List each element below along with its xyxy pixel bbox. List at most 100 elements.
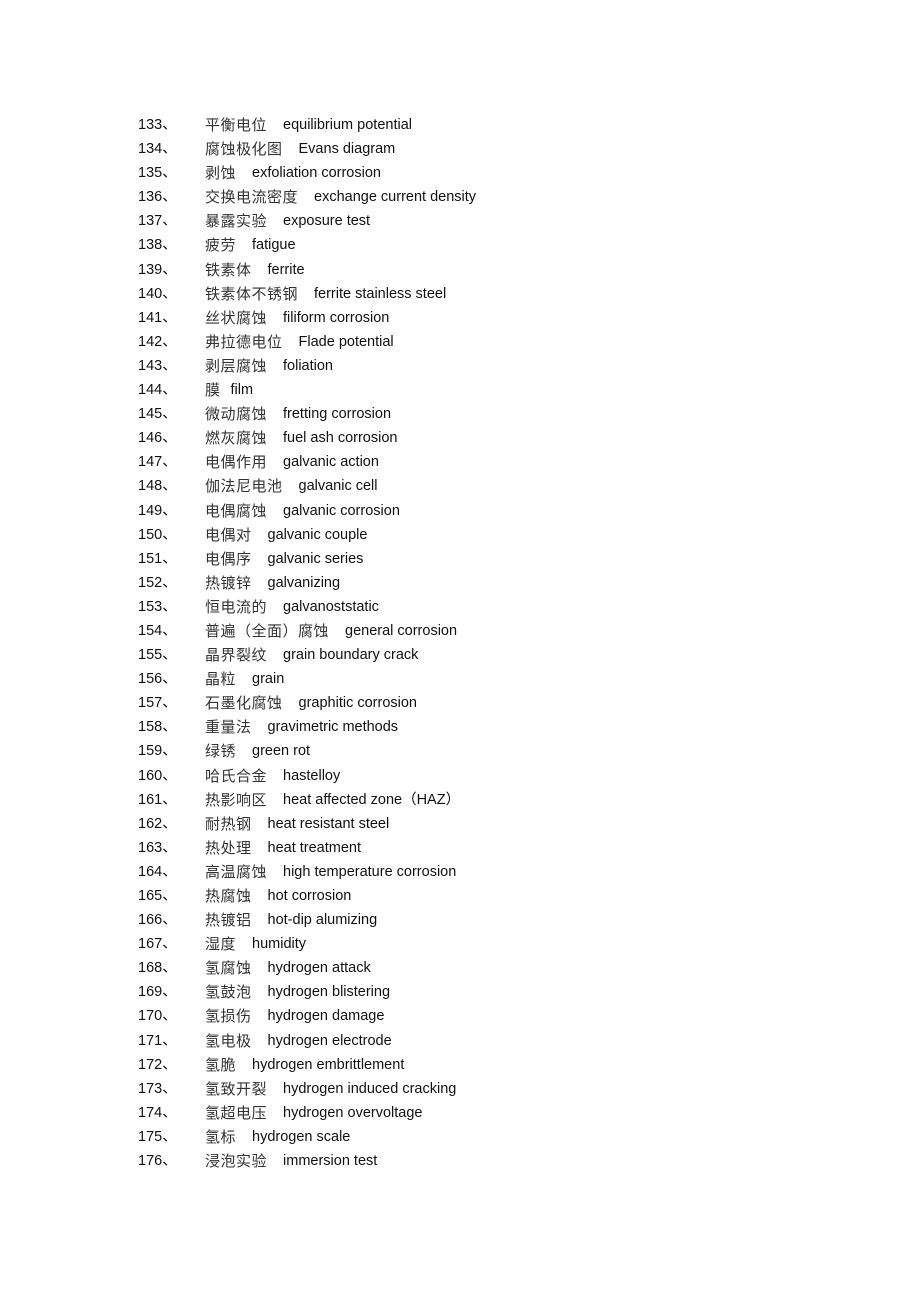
entry-chinese-term: 氢鼓泡 xyxy=(205,983,252,1002)
glossary-entry: 176、 浸泡实验 immersion test xyxy=(138,1149,476,1173)
entry-english-term: grain xyxy=(252,671,285,688)
document-page: 133、 平衡电位 equilibrium potential 134、 腐蚀极化图 Ev… xyxy=(0,0,920,1302)
glossary-entry: 172、 氢脆 hydrogen embrittlement xyxy=(138,1053,476,1077)
entry-english-term: green rot xyxy=(252,743,311,760)
entry-english-term: fuel ash corrosion xyxy=(283,430,398,447)
entry-english-term: galvanoststatic xyxy=(283,598,379,615)
entry-chinese-term: 膜 xyxy=(205,381,221,400)
entry-english-term: heat treatment xyxy=(267,839,362,856)
entry-english-term: fretting corrosion xyxy=(283,406,392,423)
entry-number: 153、 xyxy=(138,598,177,615)
entry-english-term: fatigue xyxy=(252,237,296,254)
entry-chinese-term: 哈氏合金 xyxy=(205,766,268,785)
entry-chinese-term: 晶界裂纹 xyxy=(205,646,268,665)
entry-chinese-term: 电偶对 xyxy=(205,525,252,544)
glossary-entry: 142、 弗拉德电位 Flade potential xyxy=(138,330,476,354)
entry-number: 165、 xyxy=(138,888,177,904)
entry-chinese-term: 铁素体 xyxy=(205,260,252,279)
glossary-entry: 155、 晶界裂纹 grain boundary crack xyxy=(138,643,476,667)
entry-number: 144、 xyxy=(138,382,177,399)
glossary-entry: 138、 疲劳 fatigue xyxy=(138,233,476,257)
glossary-entry: 170、 氢损伤 hydrogen damage xyxy=(138,1004,476,1028)
entry-number: 147、 xyxy=(138,454,177,471)
glossary-entry: 158、 重量法 gravimetric methods xyxy=(138,715,476,739)
entry-chinese-term: 弗拉德电位 xyxy=(205,332,283,351)
entry-number: 174、 xyxy=(138,1104,177,1121)
entry-english-term: exfoliation corrosion xyxy=(252,165,381,182)
entry-english-term: hydrogen scale xyxy=(252,1128,351,1145)
entry-chinese-term: 平衡电位 xyxy=(205,116,268,134)
entry-number: 176、 xyxy=(138,1153,177,1170)
entry-number: 170、 xyxy=(138,1008,177,1025)
entry-chinese-term: 燃灰腐蚀 xyxy=(205,429,268,448)
glossary-entry: 134、 腐蚀极化图 Evans diagram xyxy=(138,137,476,161)
entry-english-term: hydrogen overvoltage xyxy=(283,1104,423,1121)
entry-english-term: galvanic corrosion xyxy=(283,502,400,519)
glossary-entry: 171、 氢电极 hydrogen electrode xyxy=(138,1029,476,1053)
glossary-entry: 162、 耐热钢 heat resistant steel xyxy=(138,812,476,836)
glossary-entry: 144、 膜 film xyxy=(138,378,476,402)
entry-chinese-term: 恒电流的 xyxy=(205,597,268,616)
entry-chinese-term: 剥层腐蚀 xyxy=(205,356,268,375)
glossary-entry: 157、 石墨化腐蚀 graphitic corrosion xyxy=(138,691,476,715)
entry-chinese-term: 丝状腐蚀 xyxy=(205,308,268,327)
entry-chinese-term: 氢标 xyxy=(205,1127,237,1146)
entry-number: 163、 xyxy=(138,839,177,856)
entry-chinese-term: 湿度 xyxy=(205,935,237,954)
entry-english-term: hydrogen attack xyxy=(267,960,371,977)
entry-number: 169、 xyxy=(138,984,177,1001)
entry-chinese-term: 石墨化腐蚀 xyxy=(205,694,283,713)
entry-english-term: hastelloy xyxy=(283,767,341,784)
entry-english-term: galvanic action xyxy=(283,454,379,471)
entry-english-term: hot-dip alumizing xyxy=(267,912,378,929)
entry-english-term: gravimetric methods xyxy=(267,719,399,736)
entry-number: 171、 xyxy=(138,1032,177,1049)
entry-english-term: Evans diagram xyxy=(298,141,396,158)
entry-english-term: galvanic series xyxy=(267,550,364,567)
glossary-entry: 148、 伽法尼电池 galvanic cell xyxy=(138,474,476,498)
entry-english-term: hydrogen electrode xyxy=(267,1032,392,1049)
entry-number: 136、 xyxy=(138,189,177,206)
entry-chinese-term: 铁素体不锈钢 xyxy=(205,284,299,303)
entry-english-term: hydrogen embrittlement xyxy=(252,1056,405,1073)
entry-number: 141、 xyxy=(138,309,177,326)
entry-english-term: ferrite stainless steel xyxy=(314,285,447,302)
entry-english-term: film xyxy=(230,382,254,399)
entry-number: 173、 xyxy=(138,1080,177,1097)
glossary-entry: 137、 暴露实验 exposure test xyxy=(138,209,476,233)
entry-number: 146、 xyxy=(138,430,177,447)
glossary-entry: 135、 剥蚀 exfoliation corrosion xyxy=(138,161,476,185)
entry-number: 156、 xyxy=(138,671,177,688)
entry-chinese-term: 电偶腐蚀 xyxy=(205,501,268,520)
glossary-entry: 145、 微动腐蚀 fretting corrosion xyxy=(138,402,476,426)
entry-number: 139、 xyxy=(138,261,177,278)
entry-chinese-term: 氢电极 xyxy=(205,1031,252,1050)
glossary-entry: 140、 铁素体不锈钢 ferrite stainless steel xyxy=(138,282,476,306)
entry-chinese-term: 浸泡实验 xyxy=(205,1152,268,1171)
entry-english-term: hydrogen damage xyxy=(267,1008,385,1025)
glossary-list: 133、 平衡电位 equilibrium potential 134、 腐蚀极化图 Ev… xyxy=(138,113,476,1173)
entry-chinese-term: 热处理 xyxy=(205,838,252,857)
entry-number: 133、 xyxy=(138,117,177,133)
glossary-entry: 136、 交换电流密度 exchange current density xyxy=(138,185,476,209)
entry-number: 161、 xyxy=(138,791,177,808)
entry-number: 167、 xyxy=(138,936,177,953)
entry-number: 157、 xyxy=(138,695,177,712)
entry-english-term: galvanic couple xyxy=(267,526,368,543)
entry-chinese-term: 热腐蚀 xyxy=(205,887,252,905)
entry-chinese-term: 电偶序 xyxy=(205,549,252,568)
entry-number: 150、 xyxy=(138,526,177,543)
glossary-entry: 143、 剥层腐蚀 foliation xyxy=(138,354,476,378)
entry-number: 164、 xyxy=(138,863,177,880)
entry-number: 158、 xyxy=(138,719,177,736)
entry-chinese-term: 疲劳 xyxy=(205,236,237,255)
entry-number: 175、 xyxy=(138,1128,177,1145)
entry-english-term: humidity xyxy=(252,936,307,953)
entry-english-term: heat affected zone（HAZ） xyxy=(283,791,461,808)
entry-english-term: hydrogen induced cracking xyxy=(283,1080,457,1097)
glossary-entry: 141、 丝状腐蚀 filiform corrosion xyxy=(138,306,476,330)
entry-chinese-term: 绿锈 xyxy=(205,742,237,761)
entry-chinese-term: 高温腐蚀 xyxy=(205,862,268,881)
entry-english-term: equilibrium potential xyxy=(283,117,412,133)
entry-chinese-term: 氢超电压 xyxy=(205,1103,268,1122)
